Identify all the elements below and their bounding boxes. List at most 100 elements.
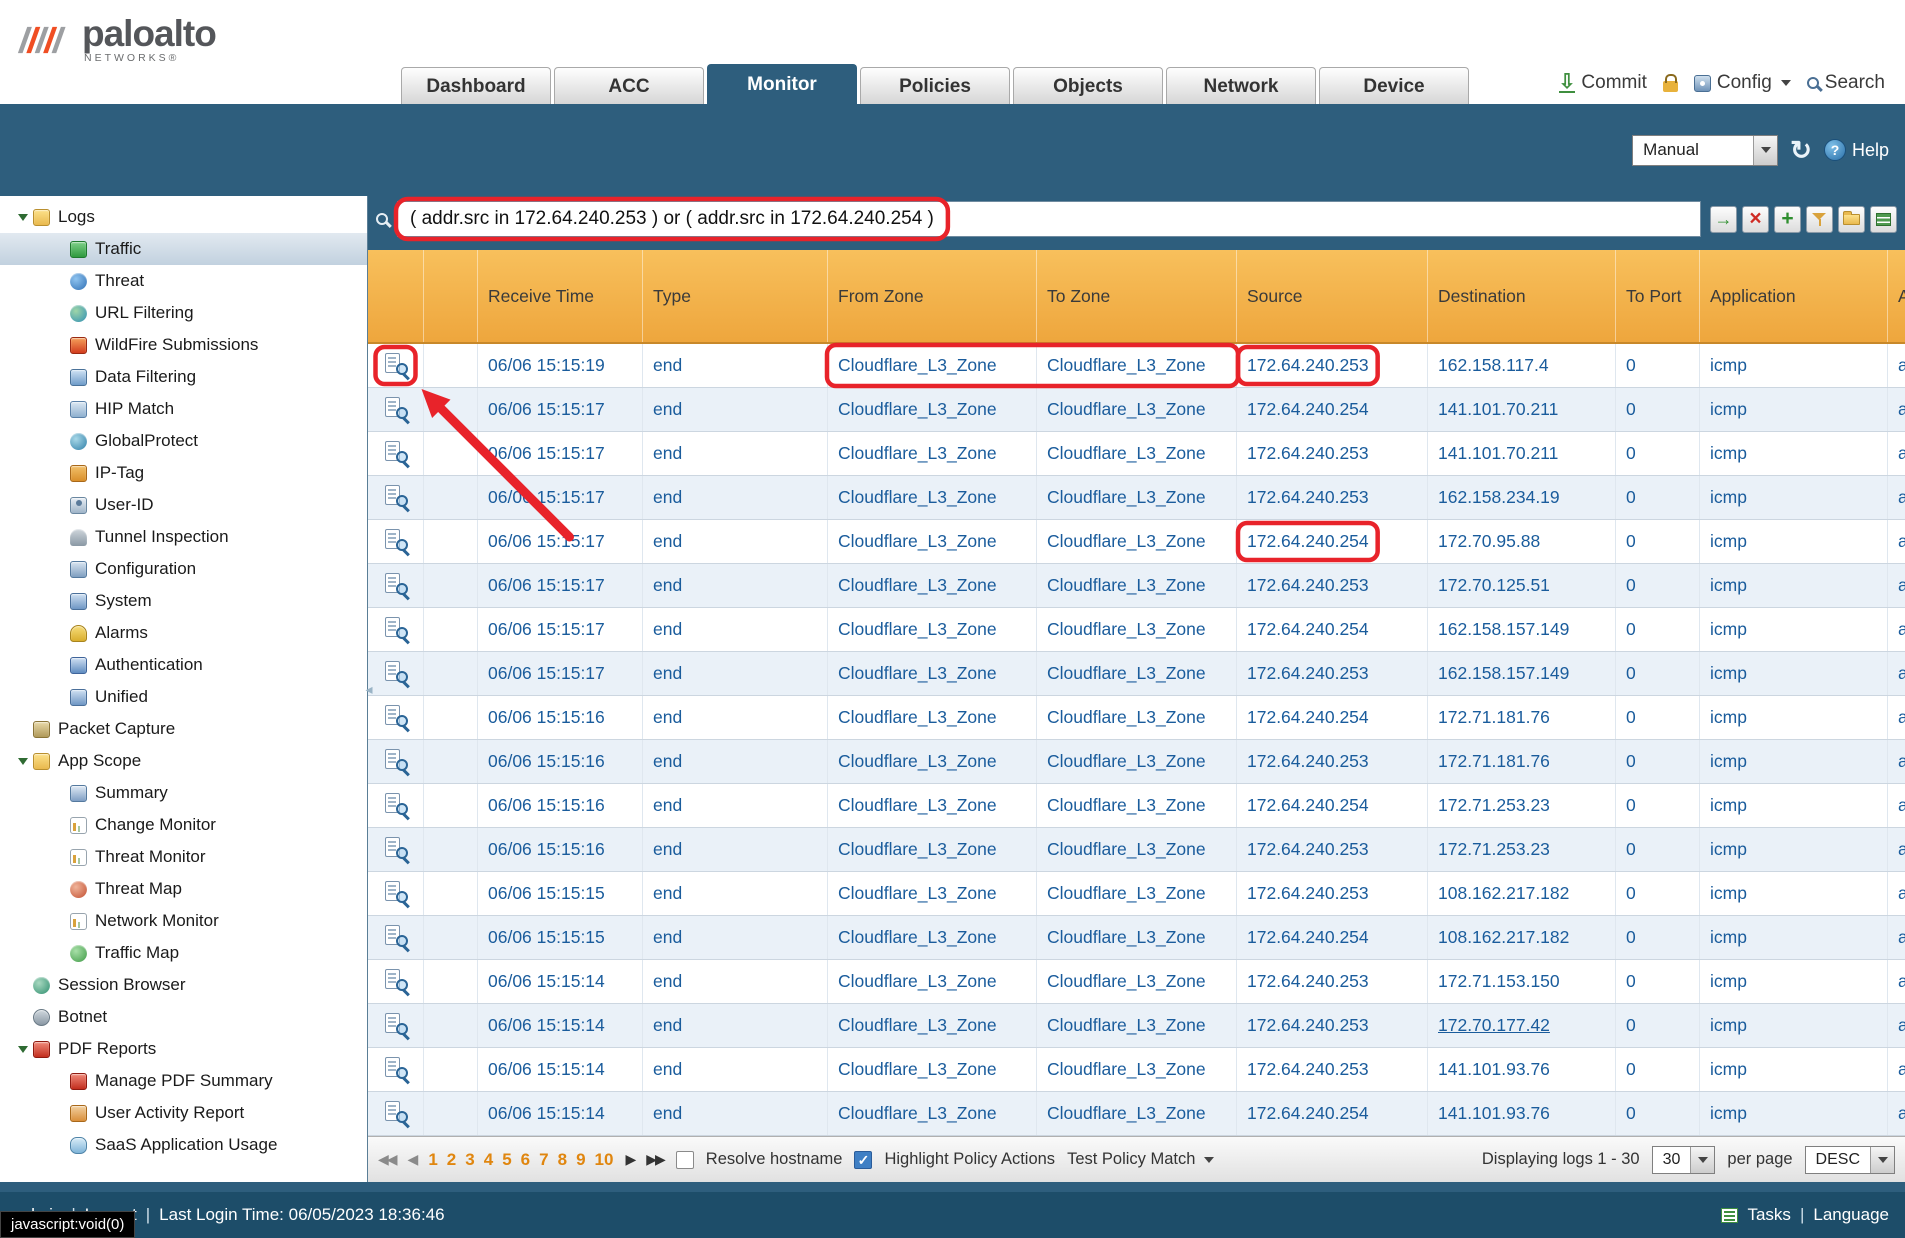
cell-action[interactable]: al [1888,564,1905,607]
cell-application[interactable]: icmp [1700,1004,1888,1047]
cell-destination[interactable]: 172.70.95.88 [1428,520,1616,563]
cell-application[interactable]: icmp [1700,652,1888,695]
first-page-button[interactable]: ◀◀ [378,1151,396,1168]
cell-application[interactable]: icmp [1700,1048,1888,1091]
cell-to_port[interactable]: 0 [1616,1092,1700,1135]
cell-receive_time[interactable]: 06/06 15:15:17 [478,608,643,651]
cell-application[interactable]: icmp [1700,916,1888,959]
cell-from_zone[interactable]: Cloudflare_L3_Zone [828,608,1037,651]
cell-source[interactable]: 172.64.240.253 [1237,344,1428,387]
cell-destination[interactable]: 172.70.177.42 [1428,1004,1616,1047]
sidebar-item-threat-monitor[interactable]: Threat Monitor [0,841,367,873]
log-detail-icon[interactable] [384,440,408,467]
cell-source[interactable]: 172.64.240.254 [1237,696,1428,739]
cell-application[interactable]: icmp [1700,784,1888,827]
cell-type[interactable]: end [643,608,828,651]
cell-receive_time[interactable]: 06/06 15:15:17 [478,564,643,607]
cell-from_zone[interactable]: Cloudflare_L3_Zone [828,1048,1037,1091]
cell-to_port[interactable]: 0 [1616,696,1700,739]
sidebar-item-saas-application-usage[interactable]: SaaS Application Usage [0,1129,367,1161]
cell-to_port[interactable]: 0 [1616,520,1700,563]
log-row[interactable]: 06/06 15:15:17endCloudflare_L3_ZoneCloud… [368,564,1905,608]
cell-action[interactable]: al [1888,344,1905,387]
sidebar-item-threat[interactable]: Threat [0,265,367,297]
tab-device[interactable]: Device [1319,67,1469,104]
cell-destination[interactable]: 172.71.181.76 [1428,696,1616,739]
cell-source[interactable]: 172.64.240.254 [1237,520,1428,563]
column-header-source[interactable]: Source [1237,250,1428,342]
cell-type[interactable]: end [643,432,828,475]
sidebar-item-change-monitor[interactable]: Change Monitor [0,809,367,841]
column-header-action[interactable]: A [1888,250,1905,342]
column-header-from_zone[interactable]: From Zone [828,250,1037,342]
cell-from_zone[interactable]: Cloudflare_L3_Zone [828,696,1037,739]
cell-receive_time[interactable]: 06/06 15:15:19 [478,344,643,387]
cell-from_zone[interactable]: Cloudflare_L3_Zone [828,652,1037,695]
cell-type[interactable]: end [643,696,828,739]
cell-to_zone[interactable]: Cloudflare_L3_Zone [1037,652,1237,695]
log-detail-icon[interactable] [384,1100,408,1127]
cell-action[interactable]: al [1888,652,1905,695]
cell-type[interactable]: end [643,1092,828,1135]
tab-policies[interactable]: Policies [860,67,1010,104]
cell-destination[interactable]: 162.158.157.149 [1428,608,1616,651]
cell-application[interactable]: icmp [1700,872,1888,915]
cell-to_zone[interactable]: Cloudflare_L3_Zone [1037,872,1237,915]
config-menu[interactable]: Config [1694,72,1791,94]
column-header-to_port[interactable]: To Port [1616,250,1700,342]
cell-type[interactable]: end [643,960,828,1003]
log-detail-icon[interactable] [384,396,408,423]
log-row[interactable]: 06/06 15:15:17endCloudflare_L3_ZoneCloud… [368,608,1905,652]
cell-receive_time[interactable]: 06/06 15:15:17 [478,476,643,519]
tab-objects[interactable]: Objects [1013,67,1163,104]
next-page-button[interactable]: ▶ [625,1151,634,1168]
cell-from_zone[interactable]: Cloudflare_L3_Zone [828,388,1037,431]
cell-destination[interactable]: 141.101.70.211 [1428,388,1616,431]
cell-to_zone[interactable]: Cloudflare_L3_Zone [1037,432,1237,475]
cell-type[interactable]: end [643,388,828,431]
cell-to_port[interactable]: 0 [1616,476,1700,519]
resolve-hostname-checkbox[interactable] [676,1151,694,1169]
log-detail-icon[interactable] [384,792,408,819]
last-page-button[interactable]: ▶▶ [646,1151,664,1168]
expander-icon[interactable] [12,214,33,221]
cell-receive_time[interactable]: 06/06 15:15:16 [478,740,643,783]
cell-source[interactable]: 172.64.240.253 [1237,740,1428,783]
cell-from_zone[interactable]: Cloudflare_L3_Zone [828,432,1037,475]
cell-to_zone[interactable]: Cloudflare_L3_Zone [1037,388,1237,431]
cell-to_port[interactable]: 0 [1616,652,1700,695]
cell-receive_time[interactable]: 06/06 15:15:16 [478,784,643,827]
cell-source[interactable]: 172.64.240.253 [1237,564,1428,607]
cell-action[interactable]: al [1888,520,1905,563]
cell-source[interactable]: 172.64.240.254 [1237,1092,1428,1135]
cell-application[interactable]: icmp [1700,520,1888,563]
sidebar-item-ip-tag[interactable]: IP-Tag [0,457,367,489]
log-detail-icon[interactable] [384,484,408,511]
cell-to_zone[interactable]: Cloudflare_L3_Zone [1037,916,1237,959]
clear-filter-button[interactable]: × [1742,206,1769,233]
cell-to_zone[interactable]: Cloudflare_L3_Zone [1037,564,1237,607]
sidebar-item-data-filtering[interactable]: Data Filtering [0,361,367,393]
cell-application[interactable]: icmp [1700,476,1888,519]
cell-type[interactable]: end [643,872,828,915]
sidebar-item-unified[interactable]: Unified [0,681,367,713]
search-button[interactable]: Search [1807,72,1885,94]
cell-destination[interactable]: 162.158.234.19 [1428,476,1616,519]
log-row[interactable]: 06/06 15:15:17endCloudflare_L3_ZoneCloud… [368,388,1905,432]
cell-action[interactable]: al [1888,1048,1905,1091]
log-detail-icon[interactable] [384,352,408,379]
highlight-policy-checkbox[interactable] [854,1151,872,1169]
log-row[interactable]: 06/06 15:15:16endCloudflare_L3_ZoneCloud… [368,740,1905,784]
refresh-icon[interactable]: ↻ [1790,137,1812,163]
cell-type[interactable]: end [643,784,828,827]
cell-receive_time[interactable]: 06/06 15:15:17 [478,520,643,563]
cell-from_zone[interactable]: Cloudflare_L3_Zone [828,476,1037,519]
sidebar-collapse-handle[interactable] [363,666,375,712]
cell-source[interactable]: 172.64.240.253 [1237,960,1428,1003]
cell-destination[interactable]: 141.101.93.76 [1428,1092,1616,1135]
log-row[interactable]: 06/06 15:15:17endCloudflare_L3_ZoneCloud… [368,476,1905,520]
sidebar-item-configuration[interactable]: Configuration [0,553,367,585]
cell-to_zone[interactable]: Cloudflare_L3_Zone [1037,1092,1237,1135]
cell-source[interactable]: 172.64.240.253 [1237,652,1428,695]
cell-type[interactable]: end [643,916,828,959]
